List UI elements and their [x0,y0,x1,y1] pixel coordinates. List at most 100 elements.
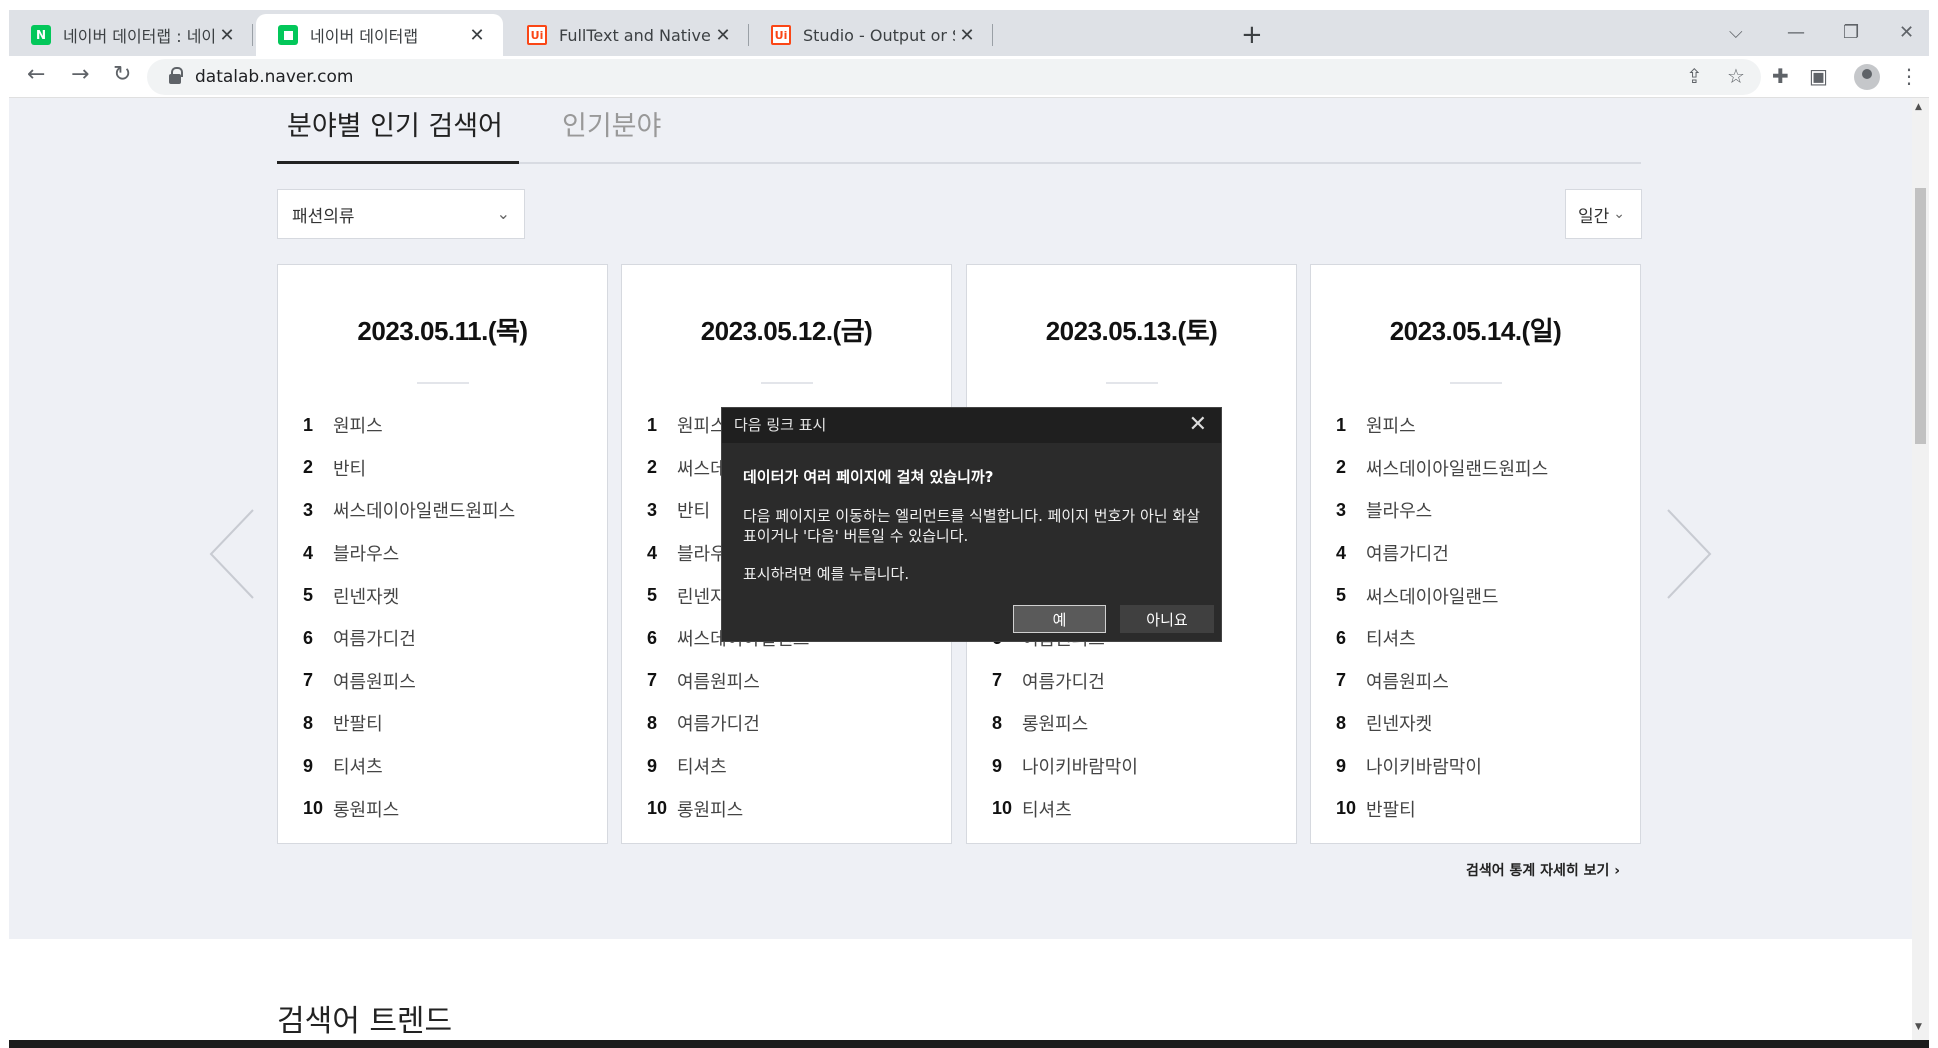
next-arrow-icon[interactable] [1666,508,1712,600]
keyword[interactable]: 나이키바람막이 [1366,753,1482,779]
scroll-up-icon[interactable]: ▲ [1915,102,1922,112]
list-item[interactable]: 4 블라우스 [303,532,593,575]
keyword[interactable]: 반티 [677,497,710,523]
list-item[interactable]: 3 블라우스 [1336,489,1626,532]
list-item[interactable]: 7 여름가디건 [992,660,1282,703]
list-item[interactable]: 7 여름원피스 [303,660,593,703]
list-item[interactable]: 10 반팔티 [1336,787,1626,830]
page-scrollbar[interactable]: ▲ ▼ [1912,98,1929,1040]
list-item[interactable]: 2 써스데이아일랜드원피스 [1336,447,1626,490]
keyword[interactable]: 티셔츠 [1022,796,1072,822]
prev-arrow-icon[interactable] [209,508,255,600]
keyword[interactable]: 여름원피스 [333,668,416,694]
keyword[interactable]: 롱원피스 [1022,710,1088,736]
list-item[interactable]: 9 티셔츠 [303,745,593,788]
list-item[interactable]: 7 여름원피스 [1336,660,1626,703]
keyword[interactable]: 원피스 [1366,412,1416,438]
window-close-button[interactable]: ✕ [1899,22,1914,43]
keyword[interactable]: 여름가디건 [1022,668,1105,694]
keyword[interactable]: 롱원피스 [677,796,743,822]
close-icon[interactable]: ✕ [465,25,489,46]
close-icon[interactable]: ✕ [711,25,735,46]
keyword[interactable]: 반팔티 [333,710,383,736]
list-item[interactable]: 1 원피스 [1336,404,1626,447]
bookmark-star-icon[interactable]: ☆ [1727,64,1745,88]
no-button[interactable]: 아니요 [1120,605,1214,633]
category-select[interactable]: 패션의류 ⌄ [277,189,525,239]
list-item[interactable]: 3 써스데이아일랜드원피스 [303,489,593,532]
list-item[interactable]: 5 린넨자켓 [303,574,593,617]
rank-number: 9 [1336,755,1347,776]
list-item[interactable]: 10 롱원피스 [303,787,593,830]
close-icon[interactable]: ✕ [215,25,239,46]
tab-popular-categories[interactable]: 인기분야 [562,104,661,143]
browser-tab-active[interactable]: 네이버 데이터랩 ✕ [256,14,503,56]
keyword[interactable]: 여름가디건 [1366,540,1449,566]
yes-button[interactable]: 예 [1013,605,1106,633]
keyword[interactable]: 티셔츠 [333,753,383,779]
list-item[interactable]: 10 롱원피스 [647,787,937,830]
keyword[interactable]: 롱원피스 [333,796,399,822]
period-select[interactable]: 일간 ⌄ [1565,189,1642,239]
side-panel-icon[interactable]: ▣ [1809,64,1828,88]
forward-icon[interactable]: → [71,62,89,87]
browser-tab[interactable]: Ui FullText and Native - Help - UiP ✕ [505,14,749,56]
keyword[interactable]: 써스데이아일랜드원피스 [1366,455,1548,481]
list-item[interactable]: 2 반티 [303,447,593,490]
keyword[interactable]: 티셔츠 [1366,625,1416,651]
keyword[interactable]: 원피스 [677,412,727,438]
keyword[interactable]: 반팔티 [1366,796,1416,822]
list-item[interactable]: 8 반팔티 [303,702,593,745]
address-bar[interactable]: datalab.naver.com [147,59,1761,95]
tab-popular-keywords[interactable]: 분야별 인기 검색어 [287,104,503,143]
close-icon[interactable]: ✕ [1189,412,1207,437]
list-item[interactable]: 7 여름원피스 [647,660,937,703]
keyword[interactable]: 티셔츠 [677,753,727,779]
restore-button[interactable]: ❐ [1843,22,1859,43]
keyword[interactable]: 여름가디건 [677,710,760,736]
tab-search-icon[interactable]: ⌵ [1729,22,1743,43]
keyword[interactable]: 린넨자켓 [333,583,399,609]
list-item[interactable]: 8 린넨자켓 [1336,702,1626,745]
extensions-icon[interactable]: ✚ [1772,64,1789,88]
list-item[interactable]: 6 여름가디건 [303,617,593,660]
keyword[interactable]: 나이키바람막이 [1022,753,1138,779]
list-item[interactable]: 1 원피스 [303,404,593,447]
list-item[interactable]: 9 나이키바람막이 [992,745,1282,788]
keyword[interactable]: 여름가디건 [333,625,416,651]
reload-icon[interactable]: ↻ [113,62,131,87]
keyword[interactable]: 여름원피스 [677,668,760,694]
scroll-down-icon[interactable]: ▼ [1915,1022,1922,1032]
card-date: 2023.05.14.(일) [1389,316,1562,346]
back-icon[interactable]: ← [27,62,45,87]
menu-icon[interactable]: ⋮ [1899,64,1919,88]
share-icon[interactable]: ⇪ [1686,64,1703,88]
keyword[interactable]: 여름원피스 [1366,668,1449,694]
keyword[interactable]: 반티 [333,455,366,481]
browser-tab[interactable]: Ui Studio - Output or Screen Scrap ✕ [749,14,993,56]
scrollbar-thumb[interactable] [1915,188,1926,444]
keyword[interactable]: 원피스 [333,412,383,438]
tab-title: FullText and Native - Help - UiP [559,25,711,45]
minimize-button[interactable]: — [1787,22,1805,43]
keyword[interactable]: 블라우스 [1366,497,1432,523]
keyword[interactable]: 린넨자켓 [1366,710,1432,736]
list-item[interactable]: 8 롱원피스 [992,702,1282,745]
list-item[interactable]: 10 티셔츠 [992,787,1282,830]
list-item[interactable]: 5 써스데이아일랜드 [1336,574,1626,617]
new-tab-button[interactable]: + [1241,20,1263,50]
lock-icon[interactable] [169,67,183,84]
keyword[interactable]: 블라우스 [333,540,399,566]
more-stats-link[interactable]: 검색어 통계 자세히 보기 › [1466,860,1620,880]
rank-number: 5 [303,585,314,606]
close-icon[interactable]: ✕ [955,25,979,46]
list-item[interactable]: 9 나이키바람막이 [1336,745,1626,788]
list-item[interactable]: 4 여름가디건 [1336,532,1626,575]
list-item[interactable]: 8 여름가디건 [647,702,937,745]
browser-tab[interactable]: N 네이버 데이터랩 : 네이버 통합검 ✕ [9,14,253,56]
keyword[interactable]: 써스데이아일랜드 [1366,583,1498,609]
profile-avatar[interactable] [1854,64,1880,90]
list-item[interactable]: 6 티셔츠 [1336,617,1626,660]
list-item[interactable]: 9 티셔츠 [647,745,937,788]
keyword[interactable]: 써스데이아일랜드원피스 [333,497,515,523]
